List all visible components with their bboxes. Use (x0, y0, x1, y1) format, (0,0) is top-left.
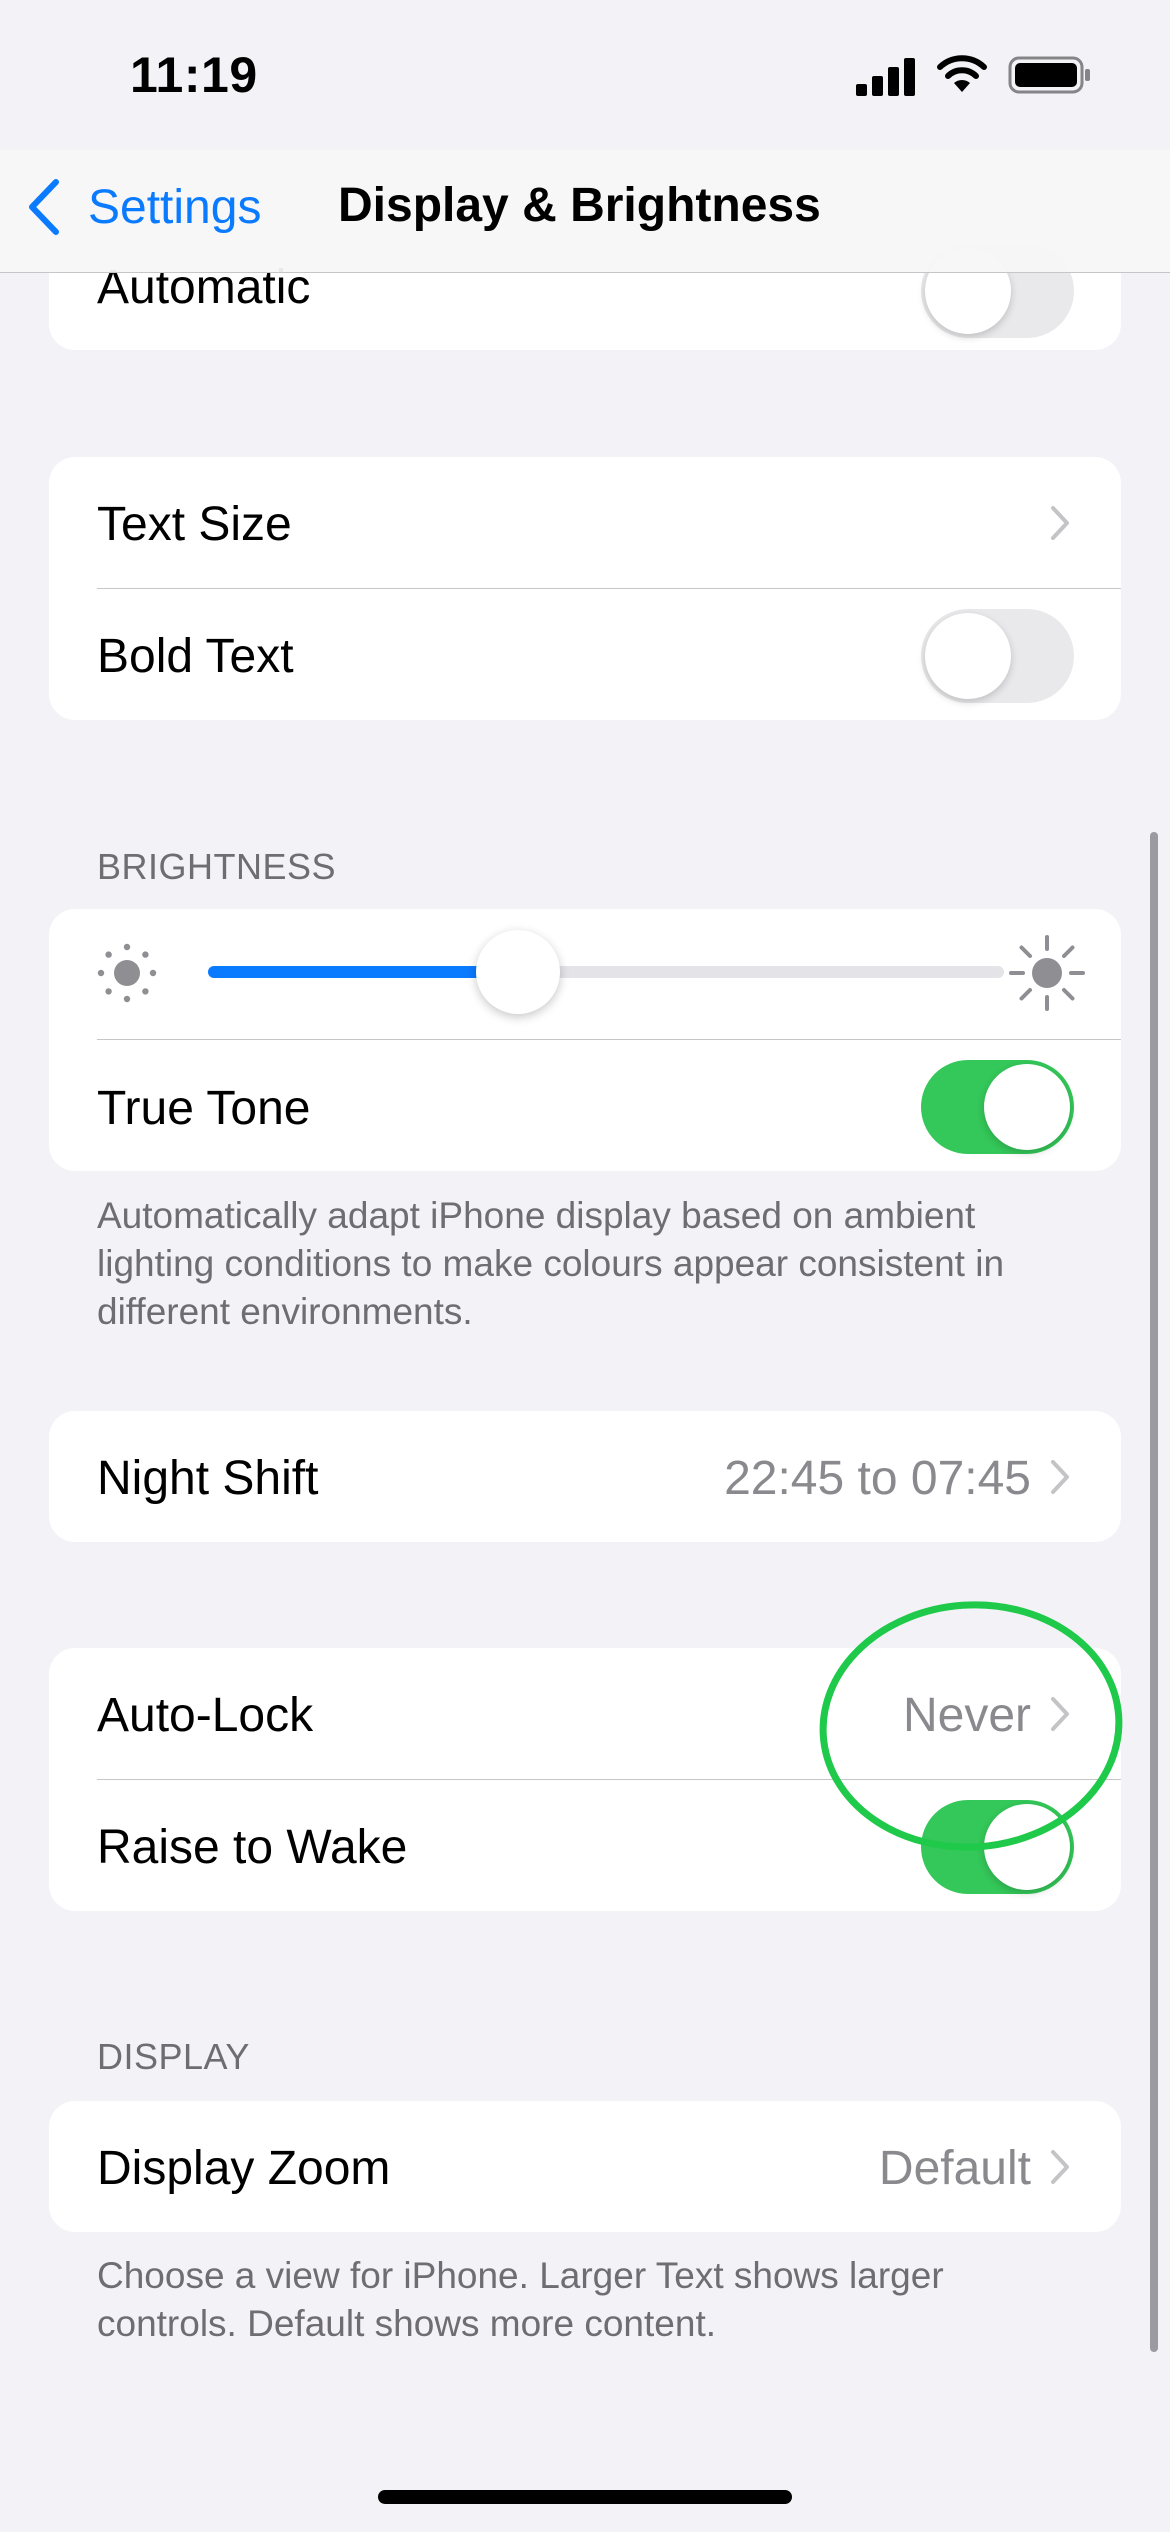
chevron-right-icon (1051, 1460, 1069, 1494)
slider-fill (208, 966, 519, 978)
chevron-right-icon (1051, 506, 1069, 540)
auto-lock-value: Never (902, 1689, 1031, 1742)
status-time: 11:19 (130, 47, 258, 103)
raise-to-wake-toggle[interactable] (921, 1800, 1074, 1894)
display-zoom-value: Default (878, 2142, 1031, 2195)
toggle-knob (984, 1064, 1070, 1150)
raise-to-wake-label: Raise to Wake (97, 1821, 408, 1874)
scrollbar[interactable] (1150, 832, 1158, 2352)
true-tone-toggle[interactable] (921, 1060, 1074, 1154)
night-shift-label: Night Shift (97, 1452, 319, 1505)
display-zoom-label: Display Zoom (97, 2142, 391, 2195)
text-size-label: Text Size (97, 498, 292, 551)
brightness-section-header: BRIGHTNESS (97, 846, 337, 887)
lock-settings-card: Auto-Lock Never Raise to Wake (49, 1648, 1121, 1911)
bold-text-label: Bold Text (97, 630, 294, 683)
battery-icon (1008, 56, 1090, 94)
chevron-right-icon (1051, 2150, 1069, 2184)
bold-text-toggle[interactable] (921, 609, 1074, 703)
chevron-left-icon[interactable] (24, 176, 66, 238)
display-section-header: DISPLAY (97, 2036, 250, 2077)
sun-small-icon (97, 943, 157, 1003)
toggle-knob (925, 613, 1011, 699)
auto-lock-row[interactable]: Auto-Lock Never (49, 1648, 1121, 1779)
home-indicator[interactable] (378, 2490, 792, 2504)
brightness-card: True Tone (49, 909, 1121, 1171)
chevron-right-icon (1051, 1697, 1069, 1731)
toggle-knob (984, 1804, 1070, 1890)
sun-large-icon (1009, 935, 1085, 1011)
separator (97, 588, 1121, 589)
night-shift-row[interactable]: Night Shift 22:45 to 07:45 (49, 1411, 1121, 1542)
brightness-slider[interactable] (208, 930, 1004, 1014)
separator (97, 1779, 1121, 1780)
page-title: Display & Brightness (338, 179, 821, 232)
true-tone-footer: Automatically adapt iPhone display based… (97, 1195, 1005, 1332)
separator (97, 1039, 1121, 1040)
text-size-row[interactable]: Text Size (49, 457, 1121, 588)
auto-lock-label: Auto-Lock (97, 1689, 314, 1742)
night-shift-value: 22:45 to 07:45 (724, 1452, 1031, 1505)
display-zoom-footer: Choose a view for iPhone. Larger Text sh… (97, 2255, 944, 2344)
true-tone-label: True Tone (97, 1082, 311, 1135)
slider-thumb[interactable] (476, 930, 561, 1014)
display-zoom-row[interactable]: Display Zoom Default (49, 2101, 1121, 2232)
back-button[interactable]: Settings (88, 180, 261, 235)
wifi-icon (937, 55, 987, 92)
text-settings-card: Text Size Bold Text (49, 457, 1121, 720)
cellular-signal-icon (856, 58, 915, 96)
